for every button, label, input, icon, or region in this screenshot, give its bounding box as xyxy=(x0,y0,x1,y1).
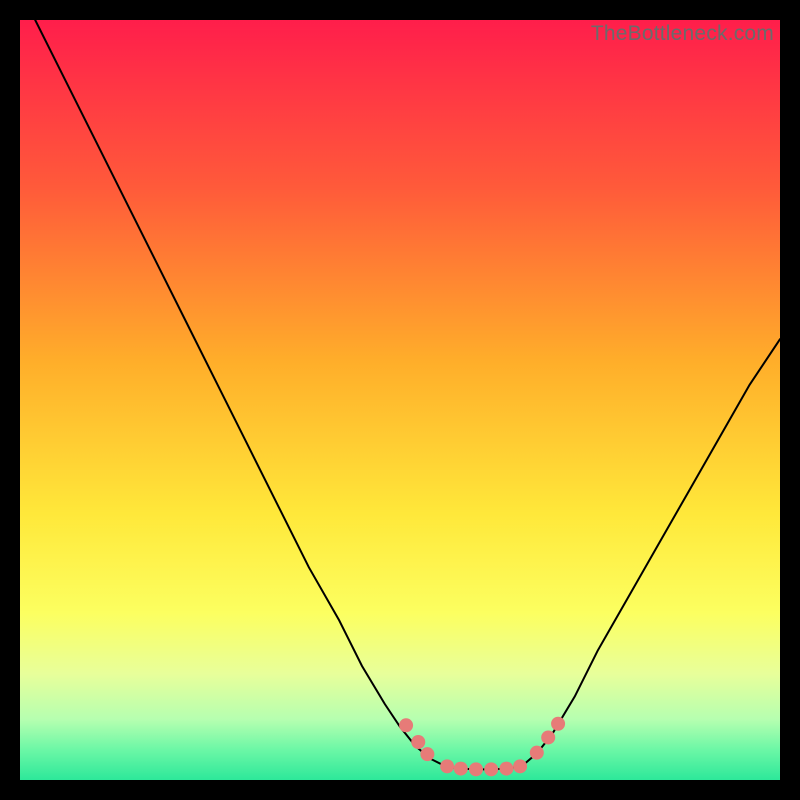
valley-marker xyxy=(454,762,468,776)
valley-marker xyxy=(513,759,527,773)
gradient-background xyxy=(20,20,780,780)
watermark-label: TheBottleneck.com xyxy=(591,22,774,46)
valley-marker xyxy=(469,762,483,776)
valley-marker xyxy=(551,717,565,731)
valley-marker xyxy=(440,759,454,773)
valley-marker xyxy=(484,762,498,776)
valley-marker xyxy=(399,718,413,732)
valley-marker xyxy=(411,735,425,749)
valley-marker xyxy=(420,747,434,761)
chart-frame: TheBottleneck.com xyxy=(20,20,780,780)
valley-marker xyxy=(530,746,544,760)
chart-svg xyxy=(20,20,780,780)
valley-marker xyxy=(541,730,555,744)
valley-marker xyxy=(499,762,513,776)
